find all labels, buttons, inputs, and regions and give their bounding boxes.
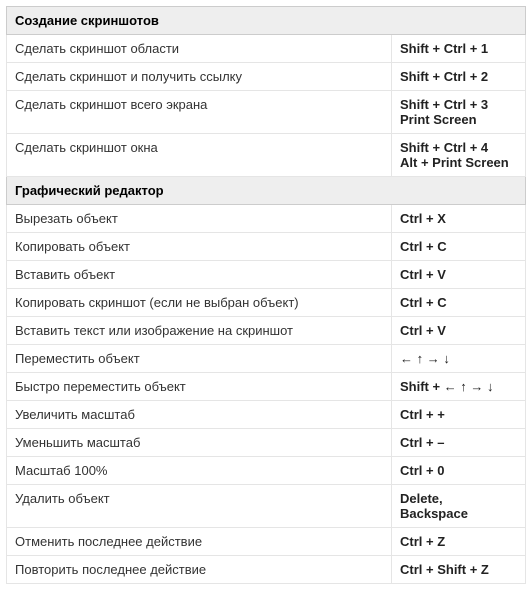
shortcut-key-line: Ctrl + V <box>400 323 517 338</box>
shortcut-key-line: ← ↑ → ↓ <box>400 351 517 366</box>
shortcut-description: Сделать скриншот и получить ссылку <box>7 63 392 91</box>
shortcut-keys: Ctrl + V <box>392 261 526 289</box>
table-row: Вставить объект Ctrl + V <box>7 261 526 289</box>
section-header: Графический редактор <box>7 177 526 205</box>
shortcut-keys: Ctrl + V <box>392 317 526 345</box>
shortcut-key-line: Ctrl + – <box>400 435 517 450</box>
shortcut-keys: Ctrl + C <box>392 289 526 317</box>
shortcut-key-line: Print Screen <box>400 112 517 127</box>
shortcut-key-line: Ctrl + + <box>400 407 517 422</box>
shortcut-key-line: Ctrl + V <box>400 267 517 282</box>
shortcut-description: Вырезать объект <box>7 205 392 233</box>
table-row: Повторить последнее действие Ctrl + Shift… <box>7 556 526 584</box>
shortcuts-table: Создание скриншотовСделать скриншот обла… <box>6 6 526 584</box>
table-row: Сделать скриншот и получить ссылку Shift … <box>7 63 526 91</box>
shortcut-description: Сделать скриншот всего экрана <box>7 91 392 134</box>
shortcut-key-line: Delete, <box>400 491 517 506</box>
shortcut-description: Сделать скриншот области <box>7 35 392 63</box>
shortcut-keys: Ctrl + C <box>392 233 526 261</box>
shortcut-key-line: Shift + Ctrl + 3 <box>400 97 517 112</box>
shortcut-description: Уменьшить масштаб <box>7 429 392 457</box>
shortcut-key-line: Ctrl + Shift + Z <box>400 562 517 577</box>
shortcut-key-line: Shift + Ctrl + 4 <box>400 140 517 155</box>
shortcut-keys: Delete,Backspace <box>392 485 526 528</box>
shortcut-keys: Ctrl + – <box>392 429 526 457</box>
shortcut-description: Удалить объект <box>7 485 392 528</box>
table-row: Копировать скриншот (если не выбран объе… <box>7 289 526 317</box>
section-header: Создание скриншотов <box>7 7 526 35</box>
shortcut-description: Масштаб 100% <box>7 457 392 485</box>
table-row: Вставить текст или изображение на скринш… <box>7 317 526 345</box>
table-row: Вырезать объект Ctrl + X <box>7 205 526 233</box>
shortcut-key-line: Ctrl + Z <box>400 534 517 549</box>
shortcut-keys: Ctrl + 0 <box>392 457 526 485</box>
shortcut-key-line: Ctrl + C <box>400 239 517 254</box>
shortcut-keys: Ctrl + Shift + Z <box>392 556 526 584</box>
shortcut-keys: Ctrl + + <box>392 401 526 429</box>
shortcut-description: Вставить объект <box>7 261 392 289</box>
table-row: Уменьшить масштаб Ctrl + – <box>7 429 526 457</box>
shortcut-keys: Ctrl + X <box>392 205 526 233</box>
shortcut-keys: ← ↑ → ↓ <box>392 345 526 373</box>
shortcut-keys: Shift + Ctrl + 1 <box>392 35 526 63</box>
shortcut-key-line: Ctrl + 0 <box>400 463 517 478</box>
shortcut-description: Копировать объект <box>7 233 392 261</box>
shortcut-keys: Shift + ← ↑ → ↓ <box>392 373 526 401</box>
shortcut-key-line: Alt + Print Screen <box>400 155 517 170</box>
table-row: Быстро переместить объект Shift + ← ↑ → ↓ <box>7 373 526 401</box>
shortcut-description: Увеличить масштаб <box>7 401 392 429</box>
shortcut-description: Сделать скриншот окна <box>7 134 392 177</box>
shortcut-key-line: Ctrl + X <box>400 211 517 226</box>
shortcut-description: Переместить объект <box>7 345 392 373</box>
shortcut-key-line: Shift + Ctrl + 1 <box>400 41 517 56</box>
shortcut-description: Повторить последнее действие <box>7 556 392 584</box>
table-row: Удалить объектDelete,Backspace <box>7 485 526 528</box>
table-row: Сделать скриншот области Shift + Ctrl + 1 <box>7 35 526 63</box>
shortcut-keys: Shift + Ctrl + 4Alt + Print Screen <box>392 134 526 177</box>
shortcut-description: Вставить текст или изображение на скринш… <box>7 317 392 345</box>
shortcut-key-line: Ctrl + C <box>400 295 517 310</box>
table-row: Копировать объект Ctrl + C <box>7 233 526 261</box>
shortcut-key-line: Backspace <box>400 506 517 521</box>
table-row: Масштаб 100% Ctrl + 0 <box>7 457 526 485</box>
shortcut-key-line: Shift + Ctrl + 2 <box>400 69 517 84</box>
table-row: Сделать скриншот окнаShift + Ctrl + 4Alt… <box>7 134 526 177</box>
table-row: Отменить последнее действие Ctrl + Z <box>7 528 526 556</box>
shortcut-keys: Ctrl + Z <box>392 528 526 556</box>
shortcut-description: Отменить последнее действие <box>7 528 392 556</box>
table-row: Сделать скриншот всего экранаShift + Ctr… <box>7 91 526 134</box>
shortcut-keys: Shift + Ctrl + 2 <box>392 63 526 91</box>
shortcut-description: Быстро переместить объект <box>7 373 392 401</box>
table-row: Увеличить масштаб Ctrl + + <box>7 401 526 429</box>
shortcut-description: Копировать скриншот (если не выбран объе… <box>7 289 392 317</box>
table-row: Переместить объект ← ↑ → ↓ <box>7 345 526 373</box>
shortcut-key-line: Shift + ← ↑ → ↓ <box>400 379 517 394</box>
shortcut-keys: Shift + Ctrl + 3Print Screen <box>392 91 526 134</box>
